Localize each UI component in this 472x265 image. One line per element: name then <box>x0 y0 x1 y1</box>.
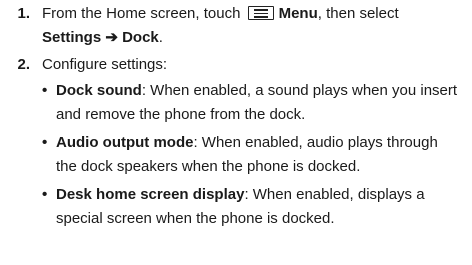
instructions-document: 1. From the Home screen, touch Menu, the… <box>0 0 472 265</box>
setting-term: Audio output mode <box>56 134 194 151</box>
list-item-desk-home-screen-display: • Desk home screen display: When enabled… <box>42 183 460 231</box>
step-1-body: From the Home screen, touch Menu, then s… <box>42 2 460 50</box>
bullet-icon: • <box>42 134 48 151</box>
step-1-then-text: , then select <box>317 5 399 22</box>
step-1-end-punct: . <box>158 29 163 46</box>
settings-list: • Dock sound: When enabled, a sound play… <box>42 79 460 231</box>
step-number: 1. <box>17 5 30 22</box>
settings-dock-path: Settings ➔ Dock <box>42 29 159 46</box>
step-2: 2. Configure settings: • Dock sound: Whe… <box>0 53 460 235</box>
bullet-icon: • <box>42 186 48 203</box>
step-2-text: Configure settings: <box>42 56 168 73</box>
list-item-audio-output-mode: • Audio output mode: When enabled, audio… <box>42 131 460 179</box>
bullet-icon: • <box>42 82 48 99</box>
menu-icon <box>247 6 274 21</box>
step-number: 2. <box>17 56 30 73</box>
step-2-body: Configure settings: • Dock sound: When e… <box>42 53 460 235</box>
setting-term: Dock sound <box>56 82 142 99</box>
list-item-dock-sound: • Dock sound: When enabled, a sound play… <box>42 79 460 127</box>
menu-label: Menu <box>278 5 318 22</box>
step-1-intro-text: From the Home screen, touch <box>42 5 241 22</box>
setting-term: Desk home screen display <box>56 186 245 203</box>
step-1: 1. From the Home screen, touch Menu, the… <box>0 2 460 50</box>
